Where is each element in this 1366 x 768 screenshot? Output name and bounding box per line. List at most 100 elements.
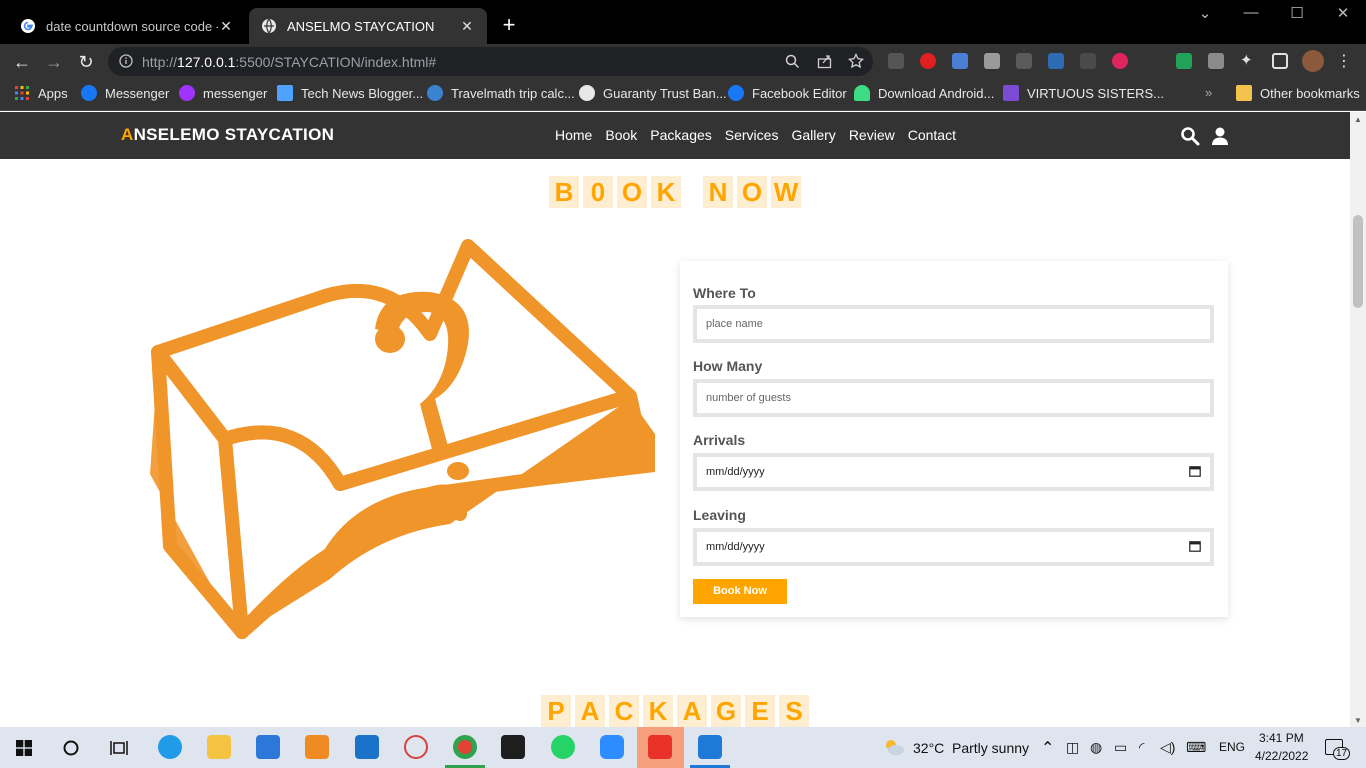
keyboard-icon[interactable]: ⌨ bbox=[1186, 739, 1206, 756]
heading-letter: A bbox=[677, 695, 707, 727]
back-icon[interactable]: ← bbox=[11, 51, 33, 73]
wifi-icon[interactable]: ◜ bbox=[1139, 739, 1144, 756]
wps-office-icon[interactable] bbox=[648, 735, 672, 759]
side-panel-icon[interactable] bbox=[1272, 53, 1288, 69]
calendar-icon[interactable] bbox=[1189, 540, 1201, 552]
reload-icon[interactable]: ↻ bbox=[75, 51, 97, 73]
scroll-up-icon[interactable]: ▲ bbox=[1354, 115, 1362, 124]
extension-info-icon[interactable] bbox=[888, 53, 904, 69]
bookmark-label: Travelmath trip calc... bbox=[451, 85, 575, 101]
clock-date[interactable]: 4/22/2022 bbox=[1255, 749, 1308, 763]
site-logo[interactable]: ANSELEMO STAYCATION bbox=[121, 125, 334, 145]
bookmark-facebook-editor[interactable]: Facebook Editor bbox=[728, 85, 847, 101]
nav-review[interactable]: Review bbox=[849, 127, 895, 143]
bookmark-travelmath[interactable]: Travelmath trip calc... bbox=[427, 85, 575, 101]
nav-home[interactable]: Home bbox=[555, 127, 592, 143]
extension-fish-icon[interactable] bbox=[1208, 53, 1224, 69]
menu-kebab-icon[interactable]: ⋮ bbox=[1336, 51, 1352, 70]
search-icon[interactable] bbox=[1180, 126, 1200, 146]
extension-bulb-icon[interactable] bbox=[1080, 53, 1096, 69]
globe-icon bbox=[262, 18, 276, 34]
minimize-icon[interactable]: — bbox=[1228, 4, 1274, 21]
search-circle-icon[interactable] bbox=[63, 740, 79, 756]
terminal-icon[interactable] bbox=[501, 735, 525, 759]
bookmark-guaranty-trust[interactable]: Guaranty Trust Ban... bbox=[579, 85, 727, 101]
share-icon[interactable] bbox=[817, 54, 832, 69]
site-info-icon[interactable] bbox=[119, 54, 133, 68]
bookmark-apps[interactable]: Apps bbox=[14, 85, 68, 101]
nav-book[interactable]: Book bbox=[605, 127, 637, 143]
meet-now-icon[interactable]: ◫ bbox=[1066, 739, 1079, 756]
how-many-input[interactable]: number of guests bbox=[693, 379, 1214, 417]
more-bookmarks-chevron-icon[interactable]: » bbox=[1205, 85, 1212, 100]
extension-translate-icon[interactable] bbox=[952, 53, 968, 69]
bookmark-tech-news[interactable]: Tech News Blogger... bbox=[277, 85, 423, 101]
extension-u-icon[interactable] bbox=[1176, 53, 1192, 69]
new-tab-button[interactable]: + bbox=[498, 14, 520, 36]
chrome-icon[interactable] bbox=[453, 735, 477, 759]
nav-packages[interactable]: Packages bbox=[650, 127, 711, 143]
zoom-app-icon[interactable] bbox=[600, 735, 624, 759]
calendar-icon[interactable] bbox=[1189, 465, 1201, 477]
book-now-button[interactable]: Book Now bbox=[693, 579, 787, 604]
clock-time[interactable]: 3:41 PM bbox=[1259, 731, 1304, 745]
bookmark-virtuous-sisters[interactable]: VIRTUOUS SISTERS... bbox=[1003, 85, 1164, 101]
tab-date-countdown[interactable]: date countdown source code - G ✕ bbox=[8, 8, 246, 44]
where-to-input[interactable]: place name bbox=[693, 305, 1214, 343]
volume-icon[interactable]: ◁) bbox=[1160, 739, 1175, 756]
bookmark-download-android[interactable]: Download Android... bbox=[854, 85, 994, 101]
bookmark-messenger[interactable]: Messenger bbox=[81, 85, 169, 101]
file-explorer-icon[interactable] bbox=[207, 735, 231, 759]
heading-letter: G bbox=[711, 695, 741, 727]
bookmark-messenger-2[interactable]: messenger bbox=[179, 85, 267, 101]
scroll-thumb[interactable] bbox=[1353, 215, 1363, 308]
network-globe-icon[interactable]: ◍ bbox=[1090, 739, 1102, 756]
extension-camera-icon[interactable] bbox=[984, 53, 1000, 69]
extension-recycle-icon[interactable] bbox=[1016, 53, 1032, 69]
page-scrollbar[interactable]: ▲ ▼ bbox=[1350, 112, 1366, 727]
arrivals-date-input[interactable]: mm/dd/yyyy bbox=[693, 453, 1214, 491]
weather-temp[interactable]: 32°C bbox=[913, 740, 944, 756]
nav-gallery[interactable]: Gallery bbox=[791, 127, 835, 143]
vscode-icon[interactable] bbox=[698, 735, 722, 759]
folder-icon bbox=[1236, 85, 1252, 101]
heading-letter: B bbox=[549, 176, 579, 208]
maximize-icon[interactable]: ☐ bbox=[1274, 4, 1320, 22]
address-bar[interactable]: http://127.0.0.1:5500/STAYCATION/index.h… bbox=[108, 47, 873, 76]
windows-start-icon[interactable] bbox=[16, 740, 32, 756]
extension-stop-icon[interactable] bbox=[920, 53, 936, 69]
extensions-puzzle-icon[interactable]: ✦ bbox=[1240, 51, 1256, 69]
weather-sun-cloud-icon[interactable] bbox=[883, 737, 905, 757]
facebook-icon bbox=[81, 85, 97, 101]
close-tab-icon[interactable]: ✕ bbox=[459, 18, 475, 35]
microsoft-store-icon[interactable] bbox=[256, 735, 280, 759]
nav-services[interactable]: Services bbox=[725, 127, 779, 143]
extension-record-icon[interactable] bbox=[1112, 53, 1128, 69]
tab-search-icon[interactable]: ⌄ bbox=[1182, 4, 1228, 22]
user-icon[interactable] bbox=[1210, 126, 1230, 146]
battery-icon[interactable]: ▭ bbox=[1114, 739, 1127, 756]
weather-desc[interactable]: Partly sunny bbox=[952, 740, 1029, 756]
media-player-icon[interactable] bbox=[305, 735, 329, 759]
tab-anselmo-staycation[interactable]: ANSELMO STAYCATION ✕ bbox=[249, 8, 487, 44]
zoom-icon[interactable] bbox=[785, 54, 800, 69]
nav-contact[interactable]: Contact bbox=[908, 127, 956, 143]
whatsapp-icon[interactable] bbox=[551, 735, 575, 759]
snipping-tool-icon[interactable] bbox=[404, 735, 428, 759]
language-indicator[interactable]: ENG bbox=[1219, 740, 1245, 754]
scroll-down-icon[interactable]: ▼ bbox=[1354, 716, 1362, 725]
show-hidden-icons-chevron[interactable]: ⌃ bbox=[1041, 738, 1054, 758]
edge-icon[interactable] bbox=[158, 735, 182, 759]
bookmark-star-icon[interactable] bbox=[848, 53, 864, 69]
leaving-date-input[interactable]: mm/dd/yyyy bbox=[693, 528, 1214, 566]
bookmark-other-bookmarks[interactable]: Other bookmarks bbox=[1236, 85, 1360, 101]
browser-tab-bar: date countdown source code - G ✕ ANSELMO… bbox=[0, 0, 1366, 44]
close-window-icon[interactable]: ✕ bbox=[1320, 4, 1366, 22]
profile-avatar[interactable] bbox=[1302, 50, 1324, 72]
task-view-icon[interactable] bbox=[110, 739, 128, 757]
mail-icon[interactable] bbox=[355, 735, 379, 759]
forward-icon[interactable]: → bbox=[43, 51, 65, 73]
how-many-label: How Many bbox=[693, 358, 763, 374]
extension-calendar-icon[interactable] bbox=[1048, 53, 1064, 69]
close-tab-icon[interactable]: ✕ bbox=[218, 18, 234, 35]
